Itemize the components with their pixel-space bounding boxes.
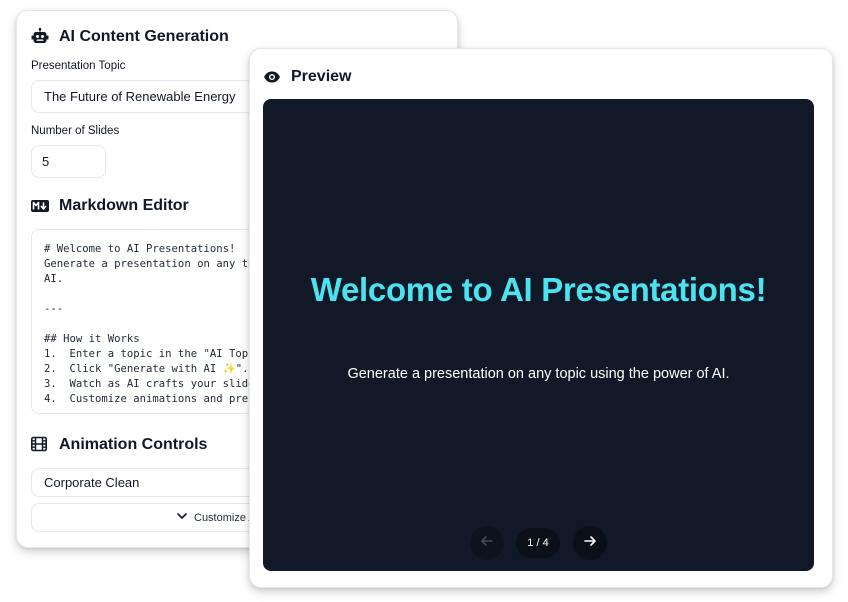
next-slide-button[interactable] <box>573 526 607 560</box>
eye-icon <box>263 68 281 86</box>
slide-counter: 1 / 4 <box>516 528 560 558</box>
slide-canvas: Welcome to AI Presentations! Generate a … <box>263 99 814 571</box>
animation-controls-title: Animation Controls <box>59 436 208 453</box>
slide-subtitle: Generate a presentation on any topic usi… <box>347 366 730 382</box>
topic-input-value: The Future of Renewable Energy <box>44 89 236 104</box>
preview-panel: Preview Welcome to AI Presentations! Gen… <box>249 48 833 588</box>
markdown-icon <box>31 197 49 215</box>
content-generation-header: AI Content Generation <box>31 28 229 46</box>
topic-label: Presentation Topic <box>31 60 126 72</box>
content-generation-title: AI Content Generation <box>59 28 229 45</box>
robot-icon <box>31 28 49 46</box>
slides-count-input[interactable]: 5 <box>31 145 106 178</box>
previous-slide-button[interactable] <box>470 526 504 560</box>
arrow-right-icon <box>583 534 597 553</box>
slides-count-value: 5 <box>42 154 50 169</box>
arrow-left-icon <box>480 534 494 553</box>
markdown-editor-title: Markdown Editor <box>59 197 189 214</box>
preview-title: Preview <box>291 68 352 85</box>
chevron-down-icon <box>176 510 188 525</box>
slides-count-label: Number of Slides <box>31 125 120 137</box>
animation-controls-header: Animation Controls <box>31 436 207 454</box>
customize-animations-label: Customize A <box>194 511 256 524</box>
slide-title: Welcome to AI Presentations! <box>310 271 767 308</box>
film-icon <box>31 436 49 454</box>
preview-header: Preview <box>263 68 351 86</box>
theme-select-value: Corporate Clean <box>44 475 140 490</box>
markdown-editor-header: Markdown Editor <box>31 197 189 215</box>
